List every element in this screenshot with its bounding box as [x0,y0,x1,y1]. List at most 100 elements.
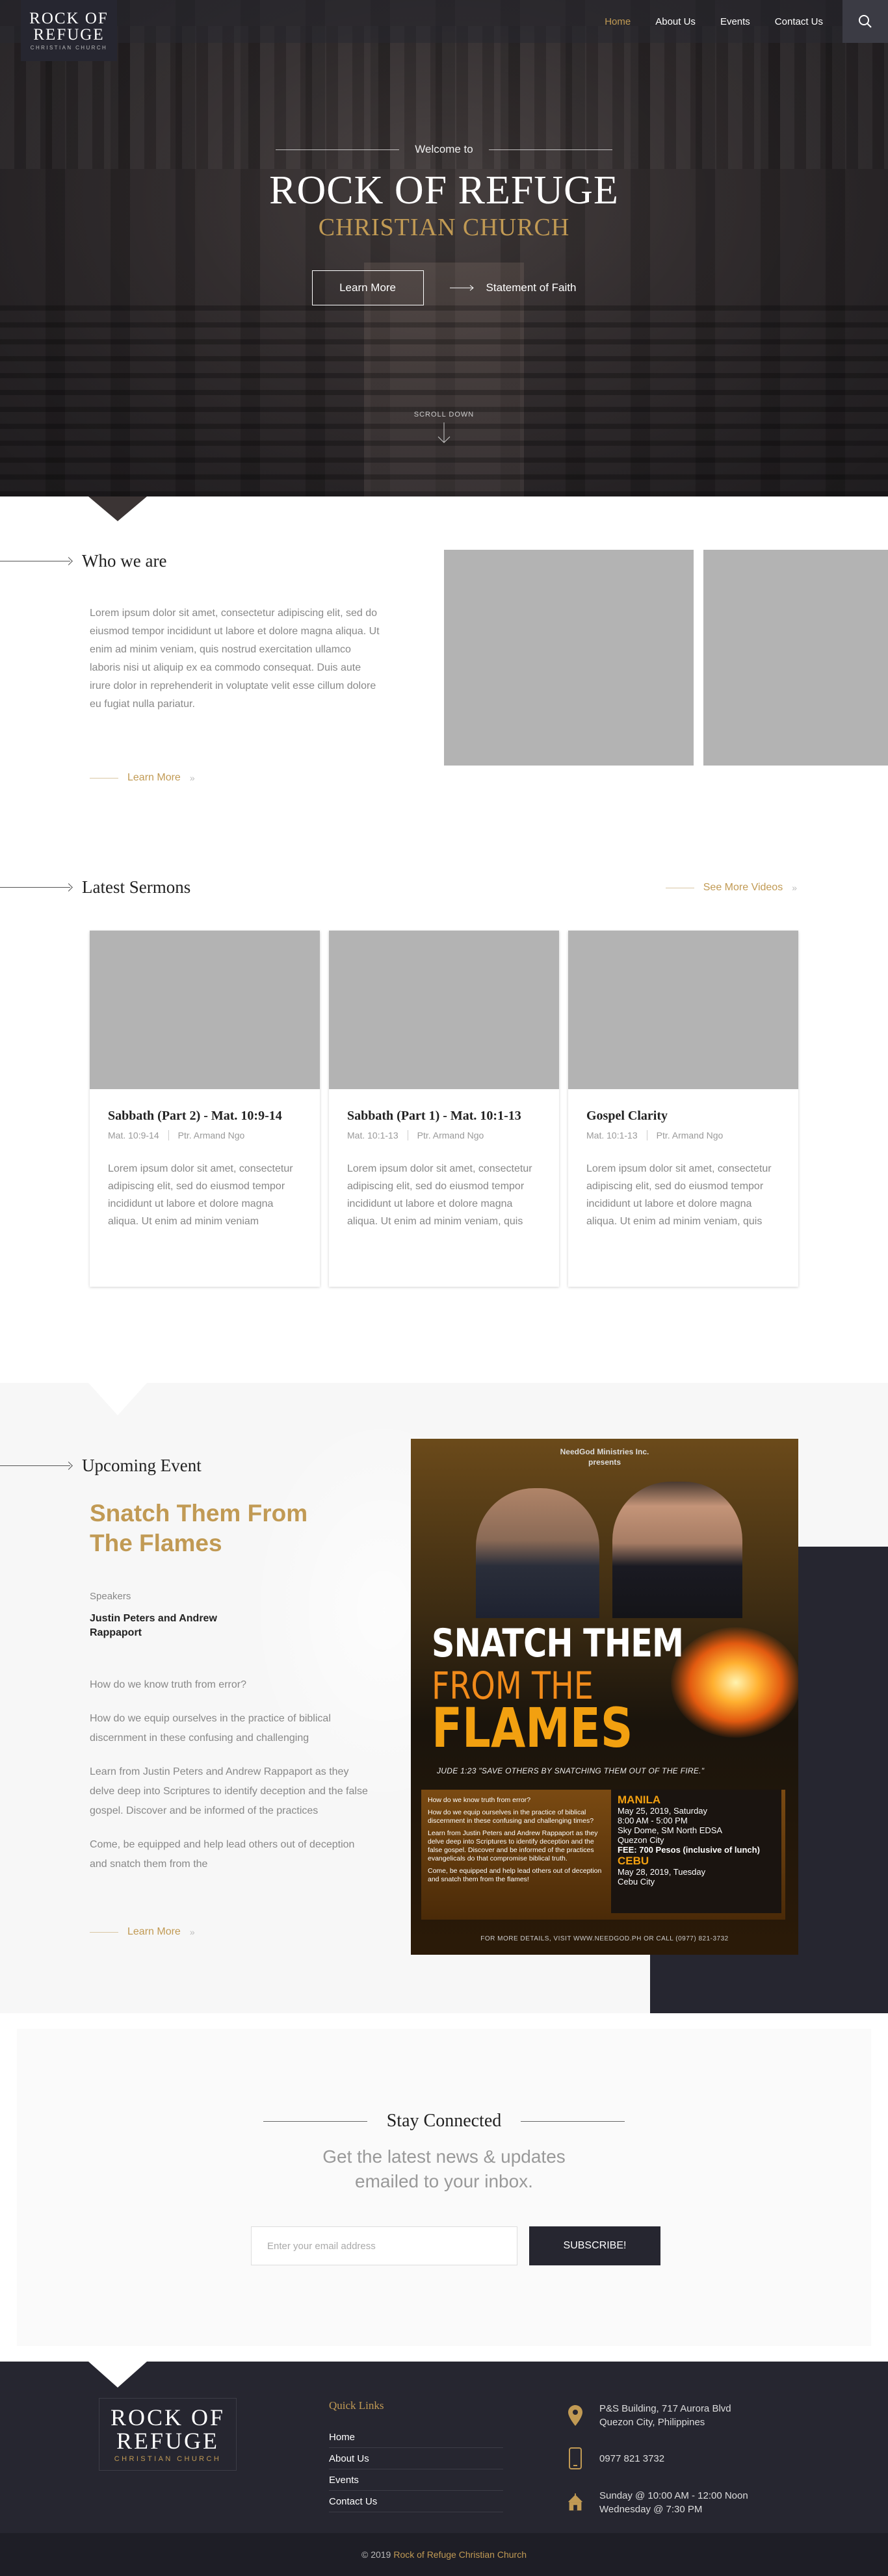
chevron-right-icon: » [792,882,797,893]
poster-q: How do we know truth from error? [428,1796,531,1804]
footer-logo-line1: ROCK OF [110,2404,226,2430]
welcome-line-right [488,149,612,150]
hero-content: Welcome to ROCK OF REFUGE CHRISTIAN CHUR… [0,143,888,305]
chevron-right-icon: » [189,773,195,783]
search-button[interactable] [842,0,888,43]
title-arrow-line [0,1465,70,1466]
statement-of-faith-link[interactable]: Statement of Faith [449,281,577,294]
poster-q: Learn from Justin Peters and Andrew Rapp… [428,1829,598,1862]
sermons-title: Latest Sermons [82,877,191,897]
hero-actions: Learn More Statement of Faith [0,270,888,305]
sermon-ref: Mat. 10:1-13 [347,1130,398,1140]
nav-contact-us[interactable]: Contact Us [775,16,823,27]
link-line [90,777,118,779]
logo-line1: ROCK OF [29,10,109,27]
sermon-ref: Mat. 10:9-14 [108,1130,159,1140]
poster-manila-city: Quezon City [618,1835,664,1845]
speaker-photo-1 [476,1488,599,1618]
event-name: Snatch Them From The Flames [90,1500,308,1556]
footer-link-home[interactable]: Home [329,2432,355,2443]
event-learn-more-link[interactable]: Learn More » [90,1926,195,1938]
subscribe-button[interactable]: SUBSCRIBE! [529,2226,660,2265]
phone-number[interactable]: 0977 821 3732 [599,2452,664,2466]
sermon-title[interactable]: Sabbath (Part 1) - Mat. 10:1-13 [347,1109,541,1124]
sermon-pastor: Ptr. Armand Ngo [177,1130,245,1140]
event-paragraph: Learn from Justin Peters and Andrew Rapp… [90,1766,368,1816]
who-learn-more-link[interactable]: Learn More » [90,772,195,784]
scroll-down-label: SCROLL DOWN [413,411,475,419]
poster-city-manila: MANILA [618,1794,661,1806]
logo-line2: REFUGE [33,26,105,44]
main-nav: Home About Us Events Contact Us [605,0,823,43]
welcome-line-left [276,149,400,150]
site-logo[interactable]: ROCK OF REFUGE CHRISTIAN CHURCH [21,0,117,61]
sermon-excerpt: Lorem ipsum dolor sit amet, consectetur … [586,1163,772,1227]
event-poster[interactable]: NeedGod Ministries Inc. presents SNATCH … [411,1439,798,1955]
newsletter-sub-line1: Get the latest news & updates [322,2146,566,2167]
newsletter-title-row: Stay Connected [17,2111,871,2132]
sermon-card[interactable]: Sabbath (Part 1) - Mat. 10:1-13 Mat. 10:… [329,931,559,1287]
search-icon [859,15,872,28]
title-line-right [521,2120,625,2122]
sermon-ref: Mat. 10:1-13 [586,1130,638,1140]
who-image-2 [703,550,888,766]
who-section-title: Who we are [0,551,166,571]
event-paragraph: How do we equip ourselves in the practic… [90,1713,331,1744]
sermon-thumbnail[interactable] [90,931,320,1089]
sermon-meta: Mat. 10:1-13 Ptr. Armand Ngo [347,1130,541,1140]
nav-about-us[interactable]: About Us [655,16,696,27]
poster-verse: JUDE 1:23 "SAVE OTHERS BY SNATCHING THEM… [437,1766,705,1775]
quick-links-title: Quick Links [329,2399,384,2412]
poster-cebu-city: Cebu City [618,1877,655,1887]
sermon-pastor: Ptr. Armand Ngo [417,1130,484,1140]
newsletter-title: Stay Connected [386,2111,502,2131]
see-more-videos-label: See More Videos [703,882,783,893]
speaker-photo-2 [612,1482,742,1618]
event-description: How do we know truth from error? How do … [90,1675,369,1888]
event-section: Upcoming Event Snatch Them From The Flam… [0,1383,888,2013]
section-notch [88,496,147,521]
poster-speakers-photo [456,1475,755,1618]
sermon-title[interactable]: Sabbath (Part 2) - Mat. 10:9-14 [108,1109,302,1124]
poster-details: How do we know truth from error? How do … [421,1790,785,1920]
sermon-excerpt: Lorem ipsum dolor sit amet, consectetur … [108,1163,293,1227]
meta-separator [168,1130,169,1140]
newsletter-form: SUBSCRIBE! [251,2226,660,2265]
footer-link-contact-us[interactable]: Contact Us [329,2496,377,2507]
footer-logo[interactable]: ROCK OF REFUGE CHRISTIAN CHURCH [99,2398,237,2471]
page: ROCK OF REFUGE CHRISTIAN CHURCH Home Abo… [0,0,888,2576]
statement-of-faith-label: Statement of Faith [486,281,577,294]
flaming-feather-graphic [671,1627,798,1738]
sermon-card-body: Gospel Clarity Mat. 10:1-13 Ptr. Armand N… [568,1089,798,1230]
event-paragraph: Come, be equipped and help lead others o… [90,1839,355,1870]
sermon-title[interactable]: Gospel Clarity [586,1109,780,1124]
sermons-section-title: Latest Sermons [0,877,190,897]
email-field[interactable] [251,2226,517,2265]
poster-q: Come, be equipped and help lead others o… [428,1867,602,1883]
sermon-card[interactable]: Gospel Clarity Mat. 10:1-13 Ptr. Armand N… [568,931,798,1287]
title-arrow-line [0,887,70,888]
nav-home[interactable]: Home [605,16,631,27]
footer-link-events[interactable]: Events [329,2475,359,2486]
poster-cebu-date: May 28, 2019, Tuesday [618,1867,706,1877]
nav-events[interactable]: Events [720,16,750,27]
poster-questions: How do we know truth from error? How do … [428,1796,605,1888]
poster-manila-venue: Sky Dome, SM North EDSA [618,1825,723,1835]
top-navbar: ROCK OF REFUGE CHRISTIAN CHURCH Home Abo… [0,0,888,61]
footer-link-about-us[interactable]: About Us [329,2453,369,2464]
sermon-thumbnail[interactable] [329,931,559,1089]
see-more-videos-link[interactable]: See More Videos » [665,882,797,894]
poster-q: How do we equip ourselves in the practic… [428,1809,594,1825]
hero-learn-more-button[interactable]: Learn More [311,270,424,305]
chevron-down-icon [437,422,451,443]
hero-welcome: Welcome to [415,143,473,155]
welcome-row: Welcome to [0,143,888,156]
speakers-label: Speakers [90,1591,131,1602]
copyright-name: Rock of Refuge Christian Church [393,2549,527,2560]
sermon-thumbnail[interactable] [568,931,798,1089]
site-footer: ROCK OF REFUGE CHRISTIAN CHURCH Quick Li… [0,2362,888,2576]
scroll-down[interactable]: SCROLL DOWN [0,411,888,446]
event-learn-more-label: Learn More [127,1926,181,1937]
poster-presents: presents [588,1458,621,1467]
sermon-card[interactable]: Sabbath (Part 2) - Mat. 10:9-14 Mat. 10:… [90,931,320,1287]
